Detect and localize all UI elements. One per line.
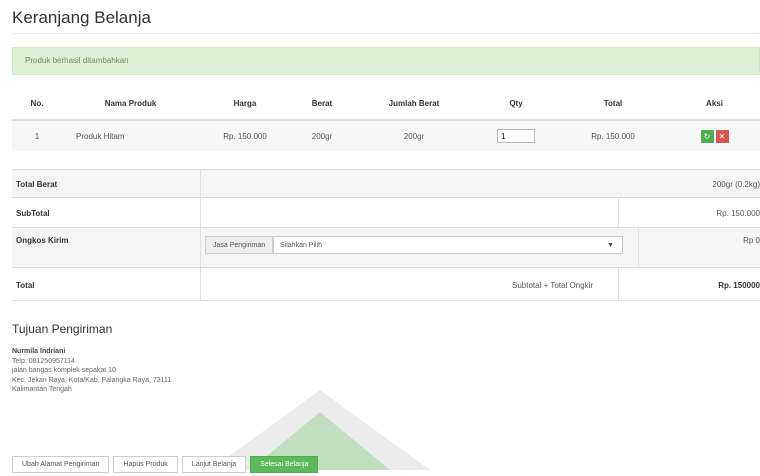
col-header-total: Total: [557, 87, 669, 121]
row-price: Rp. 150.000: [199, 119, 291, 151]
row-total: Rp. 150.000: [557, 119, 669, 151]
col-header-price: Harga: [199, 87, 291, 121]
shipping-address: Nurmila Indriani Telp: 081250957114 jala…: [12, 347, 171, 395]
row-total-weight: 200gr: [353, 119, 475, 151]
grand-total-label: Total: [16, 281, 35, 290]
col-header-actions: Aksi: [669, 87, 760, 121]
cart-table: No. Nama Produk Harga Berat Jumlah Berat…: [12, 87, 760, 151]
success-alert: Produk berhasil ditambahkan: [12, 47, 760, 75]
col-header-qty: Qty: [475, 87, 557, 121]
subtotal-label: SubTotal: [16, 209, 50, 218]
continue-shopping-button[interactable]: Lanjut Belanja: [181, 456, 247, 473]
shipping-cost-label: Ongkos Kirim: [16, 236, 69, 245]
action-button-bar: Ubah Alamat Pengiriman Hapus Produk Lanj…: [12, 456, 319, 473]
total-weight-value: 200gr (0.2kg): [712, 180, 760, 189]
total-weight-row: Total Berat 200gr (0.2kg): [12, 169, 760, 197]
delete-icon[interactable]: ✕: [715, 129, 729, 143]
grand-total-value: Rp. 150000: [718, 281, 760, 290]
table-header-row: No. Nama Produk Harga Berat Jumlah Berat…: [12, 87, 760, 121]
change-address-button[interactable]: Ubah Alamat Pengiriman: [12, 456, 110, 473]
col-header-total-weight: Jumlah Berat: [353, 87, 475, 121]
address-area: Kec. Jekan Raya, Kota/Kab. Palangka Raya…: [12, 376, 172, 384]
qty-input[interactable]: [497, 129, 535, 143]
shipping-service-addon: Jasa Pengiriman: [205, 236, 274, 254]
subtotal-row: SubTotal Rp. 150.000: [12, 197, 760, 227]
shipping-cost-row: Ongkos Kirim Jasa Pengiriman Silahkan Pi…: [12, 227, 760, 267]
row-no: 1: [12, 119, 62, 151]
shipping-service-selected: Silahkan Pilih: [280, 242, 323, 249]
shipping-cost-value: Rp 0: [743, 236, 760, 245]
refresh-icon[interactable]: ↻: [700, 129, 714, 143]
grand-total-formula: Subtotal + Total Ongkir: [512, 281, 594, 290]
col-header-no: No.: [12, 87, 62, 121]
grand-total-row: Total Subtotal + Total Ongkir Rp. 150000: [12, 267, 760, 301]
table-row: 1 Produk Hitam Rp. 150.000 200gr 200gr R…: [12, 119, 760, 151]
recipient-phone: Telp: 081250957114: [12, 357, 75, 365]
total-weight-label: Total Berat: [16, 180, 58, 189]
row-weight: 200gr: [291, 119, 353, 151]
address-province: Kalimantan Tengah: [12, 386, 72, 393]
col-header-name: Nama Produk: [62, 87, 199, 121]
title-divider: [12, 33, 760, 34]
row-qty-cell: [475, 119, 557, 151]
clear-products-button[interactable]: Hapus Produk: [113, 456, 178, 473]
shipping-section-title: Tujuan Pengiriman: [12, 322, 113, 336]
col-header-weight: Berat: [291, 87, 353, 121]
shipping-service-select[interactable]: Silahkan Pilih ▼: [273, 236, 623, 254]
chevron-down-icon: ▼: [607, 242, 614, 249]
row-actions: ↻ ✕: [669, 119, 760, 151]
page-title: Keranjang Belanja: [12, 8, 151, 27]
subtotal-value: Rp. 150.000: [716, 209, 760, 218]
row-product-name: Produk Hitam: [62, 119, 199, 151]
address-street: jalan bangas komplek sepakat 10: [12, 367, 116, 374]
checkout-button[interactable]: Selesai Belanja: [250, 456, 319, 473]
recipient-name: Nurmila Indriani: [12, 348, 66, 355]
